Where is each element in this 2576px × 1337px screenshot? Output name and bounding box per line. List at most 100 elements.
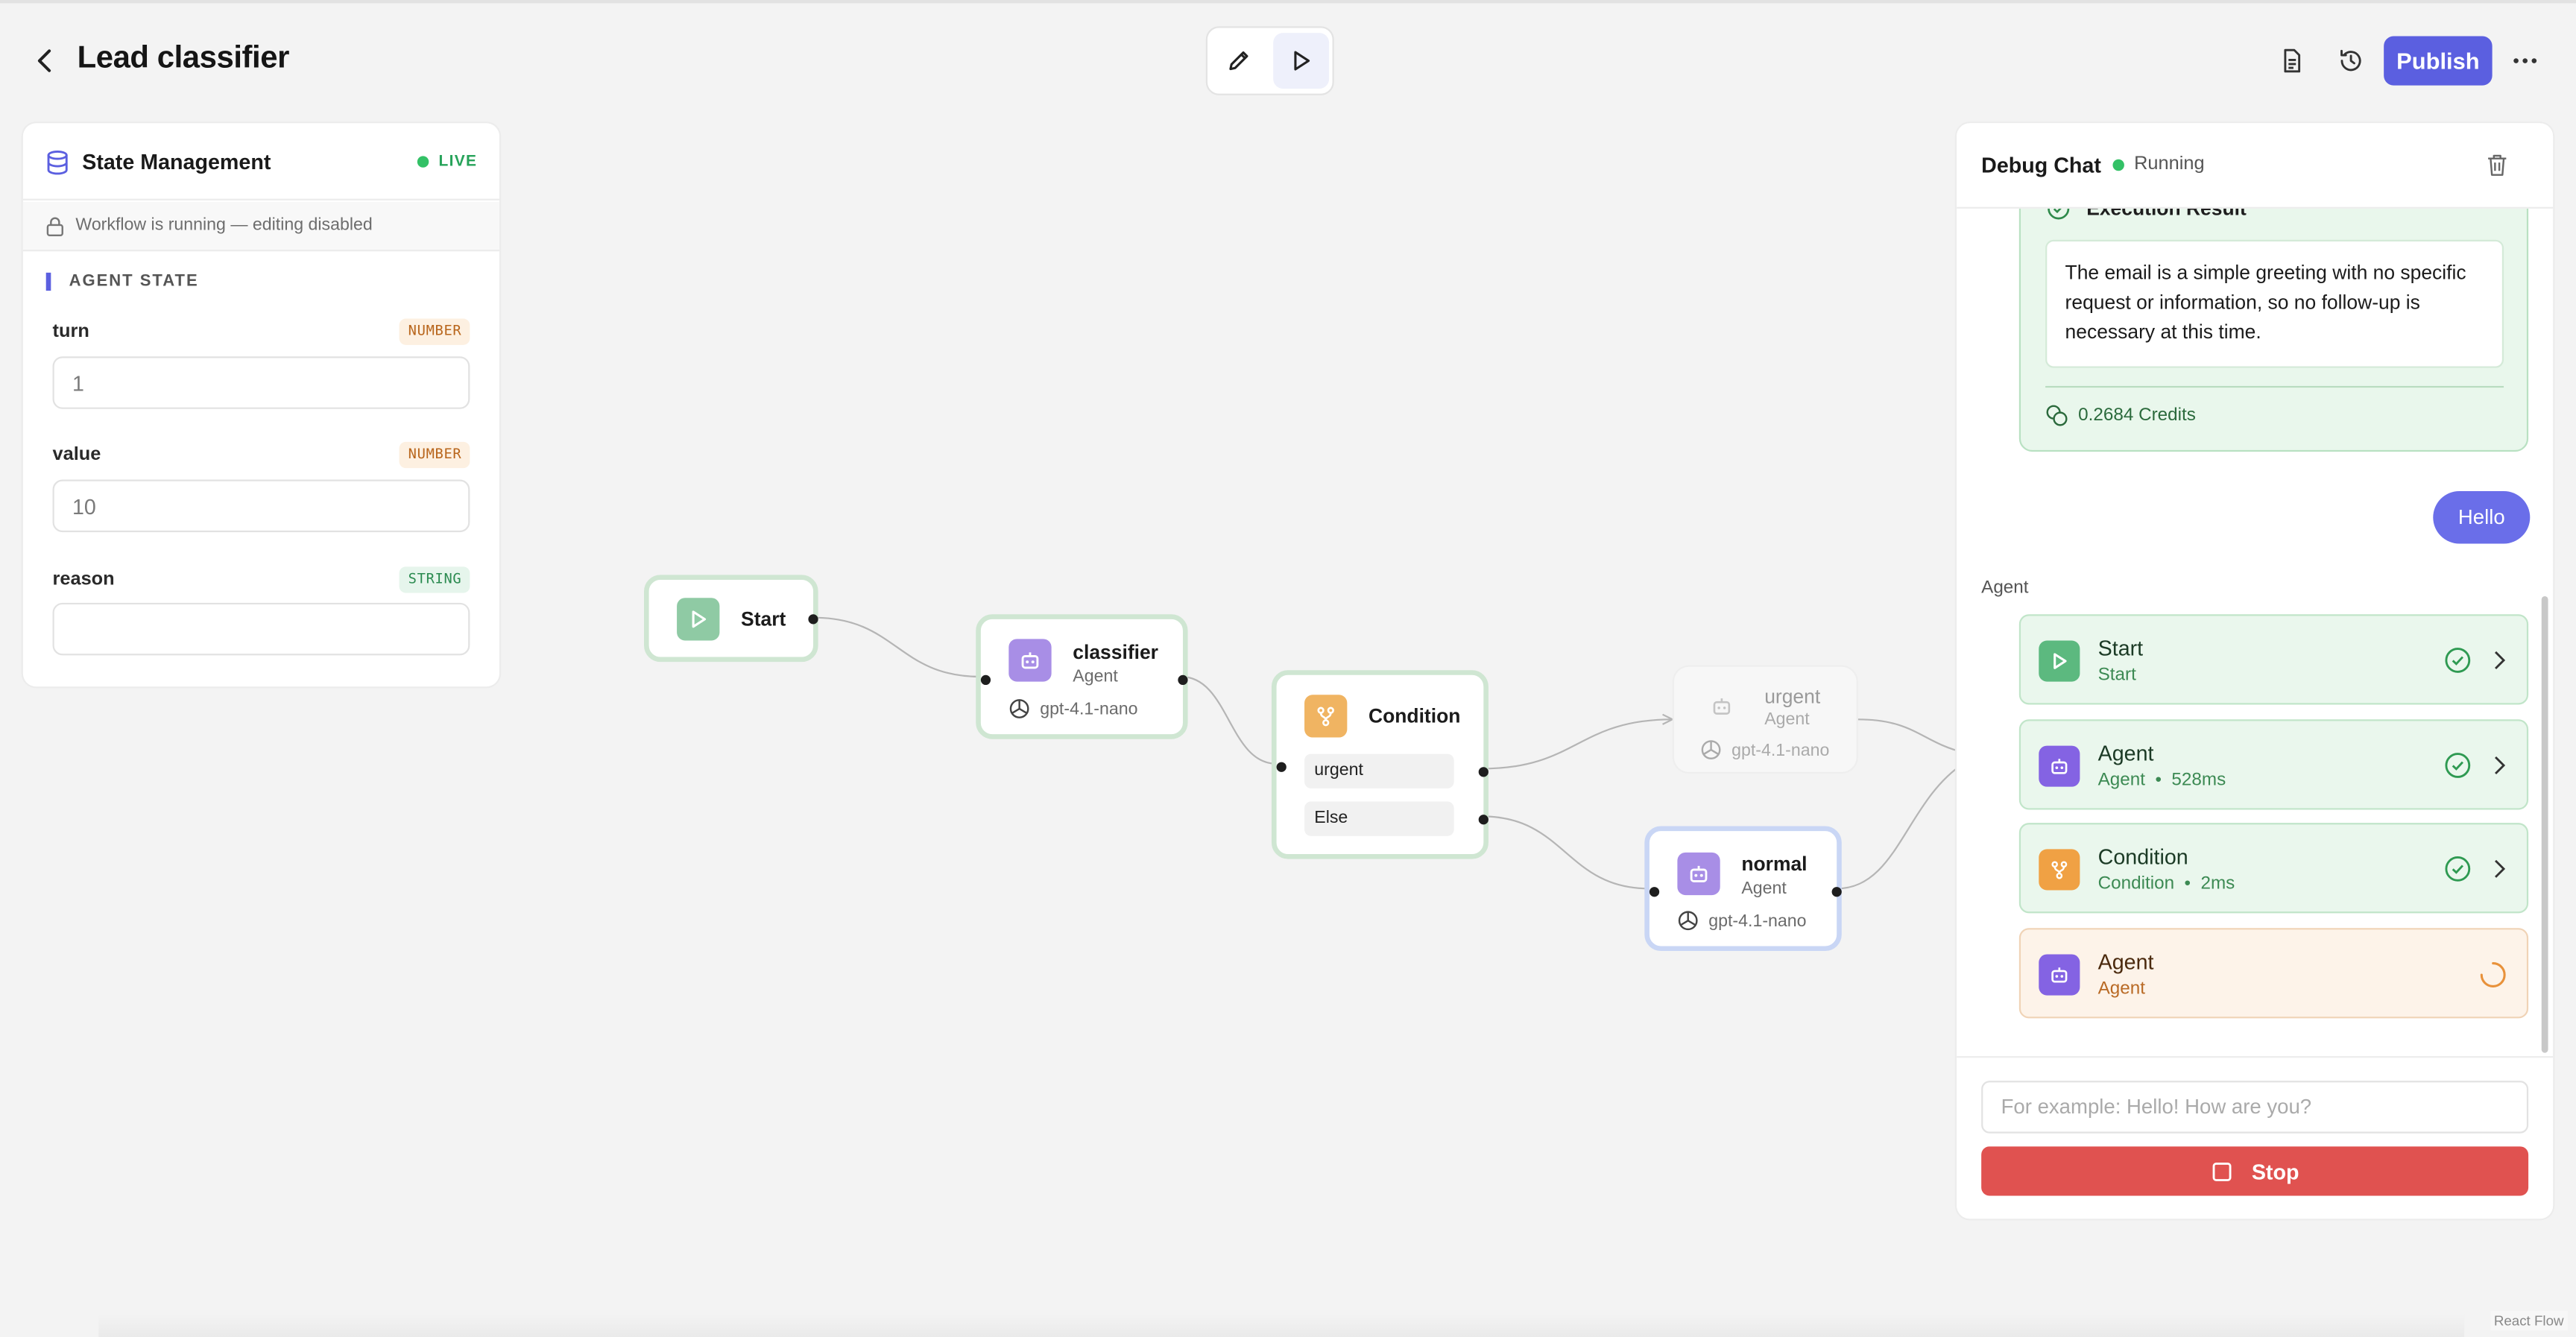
edit-mode-button[interactable]: [1210, 33, 1266, 89]
node-urgent-label: urgent: [1764, 685, 1821, 708]
step-sub: Start: [2097, 665, 2136, 686]
coins-icon: [2046, 405, 2068, 426]
input-handle[interactable]: [1649, 887, 1660, 897]
input-handle[interactable]: [1276, 762, 1287, 772]
node-classifier-type: Agent: [1073, 666, 1118, 687]
check-circle-icon: [2445, 648, 2471, 673]
scrollbar[interactable]: [2541, 596, 2548, 1053]
node-condition[interactable]: Condition urgent Else: [1271, 670, 1489, 859]
react-flow-attribution[interactable]: React Flow: [2490, 1310, 2567, 1331]
step-name: Condition: [2097, 844, 2188, 869]
output-handle[interactable]: [808, 614, 818, 625]
model-name: gpt-4.1-nano: [1731, 739, 1830, 760]
document-icon[interactable]: [2273, 42, 2309, 78]
step-name: Agent: [2097, 949, 2154, 974]
edge-condition-urgent: [1482, 718, 1673, 770]
play-icon: [2039, 640, 2080, 682]
node-normal-type: Agent: [1741, 879, 1787, 899]
value-field[interactable]: [52, 479, 470, 533]
branch-icon: [2039, 849, 2080, 891]
state-management-panel: State Management LIVE Workflow is runnin…: [22, 123, 500, 687]
output-handle[interactable]: [1178, 674, 1188, 686]
more-options-icon[interactable]: [2507, 42, 2542, 78]
credits-text: 0.2684 Credits: [2078, 405, 2196, 426]
debug-chat-header: Debug Chat Running: [1957, 123, 2554, 209]
chat-message-input[interactable]: [1981, 1081, 2529, 1134]
run-mode-button[interactable]: [1273, 33, 1330, 89]
field-label-value: value: [52, 445, 101, 465]
step-agent[interactable]: Agent Agent • 528ms: [2018, 719, 2529, 810]
field-label-turn: turn: [52, 321, 89, 342]
turn-field[interactable]: [52, 356, 470, 409]
node-condition-label: Condition: [1368, 704, 1461, 728]
stop-button[interactable]: Stop: [1981, 1146, 2529, 1196]
step-start[interactable]: Start Start: [2018, 614, 2529, 705]
chat-input-area: Stop: [1957, 1056, 2554, 1219]
model-name: gpt-4.1-nano: [1040, 698, 1138, 719]
user-message: Hello: [2433, 490, 2531, 544]
live-dot: [417, 156, 429, 168]
agent-section-label: Agent: [1981, 578, 2029, 598]
back-icon[interactable]: [30, 45, 63, 78]
type-badge-turn: NUMBER: [400, 318, 470, 345]
edge-classifier-condition: [1181, 675, 1277, 765]
step-name: Agent: [2097, 740, 2154, 766]
debug-chat-title: Debug Chat: [1981, 152, 2101, 178]
branch-icon: [1304, 695, 1348, 738]
pencil-icon: [1229, 51, 1248, 71]
debug-chat-panel: Execution Result The email is a simple g…: [1957, 123, 2554, 1219]
history-icon[interactable]: [2333, 42, 2369, 78]
node-normal-label: normal: [1741, 852, 1808, 876]
execution-result-text: The email is a simple greeting with no s…: [2045, 239, 2504, 368]
step-name: Start: [2097, 635, 2144, 660]
node-urgent[interactable]: urgent Agent gpt-4.1-nano: [1672, 665, 1858, 774]
reason-field[interactable]: [52, 602, 470, 656]
robot-icon: [2039, 954, 2080, 996]
robot-icon: [1008, 639, 1052, 682]
openai-icon: [1701, 740, 1721, 759]
check-circle-icon: [2445, 856, 2471, 882]
node-start[interactable]: Start: [644, 575, 818, 663]
branch-else: Else: [1304, 801, 1454, 836]
node-classifier-label: classifier: [1073, 640, 1158, 664]
branch-urgent: urgent: [1304, 753, 1454, 788]
node-classifier-model: gpt-4.1-nano: [1008, 698, 1137, 720]
edge-urgent-out: [1857, 718, 1964, 753]
type-badge-reason: STRING: [400, 566, 470, 593]
step-agent-running[interactable]: Agent Agent: [2018, 928, 2529, 1019]
check-circle-icon: [2445, 753, 2471, 778]
robot-icon: [2039, 745, 2080, 787]
node-start-label: Start: [741, 607, 786, 631]
page-title: Lead classifier: [77, 41, 290, 76]
step-sub: Agent • 528ms: [2097, 770, 2226, 791]
edge-arrow-urgent: [1662, 713, 1675, 725]
lock-icon: [46, 217, 63, 237]
node-normal[interactable]: normal Agent gpt-4.1-nano: [1644, 826, 1842, 952]
stop-label: Stop: [2251, 1158, 2299, 1183]
top-border: [0, 0, 2576, 4]
step-sub: Condition • 2ms: [2097, 873, 2235, 894]
openai-icon: [1678, 911, 1698, 931]
state-panel-header: State Management LIVE: [22, 123, 500, 200]
robot-icon: [1677, 852, 1720, 896]
status-text: Running: [2134, 154, 2205, 174]
running-dot: [2112, 158, 2124, 171]
live-label: LIVE: [438, 152, 478, 171]
chevron-right-icon: [2495, 651, 2506, 670]
app-root: Lead classifier Publish State Management…: [0, 0, 2576, 1337]
output-handle-urgent[interactable]: [1478, 767, 1489, 777]
database-icon: [47, 150, 68, 175]
chevron-right-icon: [2495, 859, 2506, 878]
edge-condition-normal: [1482, 815, 1650, 890]
node-classifier[interactable]: classifier Agent gpt-4.1-nano: [976, 614, 1188, 739]
step-condition[interactable]: Condition Condition • 2ms: [2018, 823, 2529, 914]
trash-icon[interactable]: [2486, 153, 2509, 177]
input-handle[interactable]: [980, 674, 991, 686]
field-label-reason: reason: [52, 569, 115, 590]
chevron-right-icon: [2495, 756, 2506, 775]
step-sub: Agent: [2097, 979, 2146, 999]
publish-button[interactable]: Publish: [2384, 36, 2493, 86]
divider: [2045, 385, 2504, 388]
output-handle[interactable]: [1831, 887, 1842, 897]
output-handle-else[interactable]: [1478, 815, 1489, 825]
